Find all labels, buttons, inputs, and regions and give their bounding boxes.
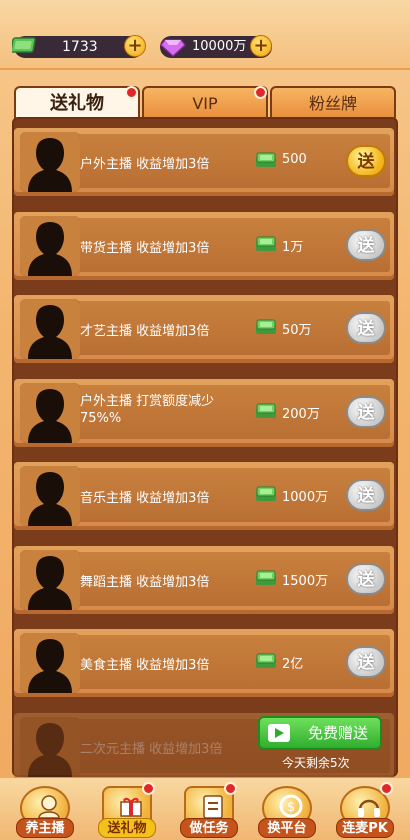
- tab-label: 粉丝牌: [308, 94, 357, 113]
- diamond-balance: 10000万 +: [160, 35, 272, 58]
- cash-stack-icon: [256, 486, 276, 501]
- gift-title: 二次元主播 收益增加3倍: [80, 741, 223, 757]
- nav-label: 养主播: [16, 818, 74, 838]
- gift-cost-value: 1000万: [282, 490, 329, 505]
- gift-cost-value: 2亿: [282, 657, 304, 672]
- notification-dot: [125, 86, 138, 99]
- streamer-silhouette-avatar: [20, 132, 80, 192]
- video-play-icon: [268, 724, 290, 742]
- tab-fan-badge[interactable]: 粉丝牌: [270, 86, 396, 118]
- tab-label: 送礼物: [50, 93, 104, 114]
- streamer-silhouette-avatar: [20, 716, 80, 777]
- nav-item-headset[interactable]: 连麦PK: [336, 782, 394, 838]
- tab-send-gift[interactable]: 送礼物: [14, 86, 140, 120]
- nav-item-switch-platform[interactable]: $ 换平台: [258, 786, 316, 838]
- diamond-value: 10000万: [192, 39, 247, 54]
- gift-title: 美食主播 收益增加3倍: [80, 658, 210, 673]
- gift-row: 户外主播 收益增加3倍 500 送: [14, 128, 394, 196]
- gift-row: 才艺主播 收益增加3倍 50万 送: [14, 295, 394, 363]
- tab-vip[interactable]: VIP: [142, 86, 268, 118]
- nav-item-task[interactable]: 做任务: [180, 782, 238, 838]
- nav-item-gift[interactable]: 送礼物: [98, 782, 156, 838]
- streamer-silhouette-avatar: [20, 299, 80, 359]
- cash-stack-icon: [256, 236, 276, 251]
- gift-cost-value: 1500万: [282, 573, 329, 589]
- send-gift-button[interactable]: 送: [346, 562, 386, 595]
- remaining-count-text: 今天剩余5次: [282, 756, 350, 770]
- gift-cost-value: 50万: [282, 323, 312, 338]
- nav-label: 送礼物: [98, 818, 156, 838]
- gift-row: 带货主播 收益增加3倍 1万 送: [14, 211, 394, 280]
- gift-cost-value: 1万: [282, 239, 304, 255]
- streamer-silhouette-avatar: [20, 466, 80, 526]
- notification-dot: [380, 782, 393, 795]
- cash-balance: 1733 +: [12, 35, 146, 58]
- gift-title: 户外主播 打赏额度减少75%%: [80, 393, 215, 426]
- cash-stack-icon: [256, 570, 276, 585]
- add-cash-button[interactable]: +: [124, 35, 146, 57]
- diamond-icon: [160, 39, 186, 57]
- send-gift-button[interactable]: 送: [346, 395, 386, 428]
- gift-row: 舞蹈主播 收益增加3倍 1500万 送: [14, 545, 394, 614]
- gift-row: 音乐主播 收益增加3倍 1000万 送: [14, 462, 394, 530]
- send-gift-button[interactable]: 送: [346, 145, 386, 177]
- gift-title: 户外主播 收益增加3倍: [80, 157, 210, 172]
- gift-title: 音乐主播 收益增加3倍: [80, 491, 210, 506]
- cash-stack-icon: [256, 653, 276, 668]
- nav-item-streamer[interactable]: 养主播: [16, 786, 74, 838]
- notification-dot: [224, 782, 237, 795]
- send-gift-button[interactable]: 送: [346, 228, 386, 261]
- streamer-silhouette-avatar: [20, 215, 80, 276]
- free-gift-label: 免费赠送: [307, 724, 368, 742]
- cash-stack-icon: [256, 403, 276, 418]
- streamer-silhouette-avatar: [20, 633, 80, 693]
- tab-label: VIP: [192, 94, 218, 113]
- nav-label: 做任务: [180, 818, 238, 838]
- gift-title: 舞蹈主播 收益增加3倍: [80, 574, 210, 590]
- add-diamond-button[interactable]: +: [250, 35, 272, 57]
- cash-stack-icon: [256, 152, 276, 167]
- cash-icon: [12, 37, 36, 53]
- send-gift-button[interactable]: 送: [346, 646, 386, 678]
- cash-stack-icon: [256, 319, 276, 334]
- gift-row: 美食主播 收益增加3倍 2亿 送: [14, 629, 394, 697]
- svg-text:$: $: [287, 800, 295, 815]
- nav-label: 换平台: [258, 818, 316, 838]
- send-gift-button[interactable]: 送: [346, 312, 386, 344]
- notification-dot: [142, 782, 155, 795]
- free-gift-button[interactable]: 免费赠送: [258, 716, 382, 750]
- gift-cost-value: 200万: [282, 406, 320, 422]
- gift-row: 户外主播 打赏额度减少75%% 200万 送: [14, 378, 394, 447]
- streamer-silhouette-avatar: [20, 382, 80, 443]
- gift-cost-value: 500: [282, 152, 307, 167]
- cash-value: 1733: [62, 39, 98, 55]
- send-gift-button[interactable]: 送: [346, 479, 386, 511]
- gift-title: 带货主播 收益增加3倍: [80, 240, 210, 256]
- streamer-silhouette-avatar: [20, 549, 80, 610]
- top-status-bar: 1733 + 10000万 +: [0, 0, 410, 70]
- nav-label: 连麦PK: [336, 818, 394, 838]
- notification-dot: [254, 86, 267, 99]
- gift-title: 才艺主播 收益增加3倍: [80, 324, 210, 339]
